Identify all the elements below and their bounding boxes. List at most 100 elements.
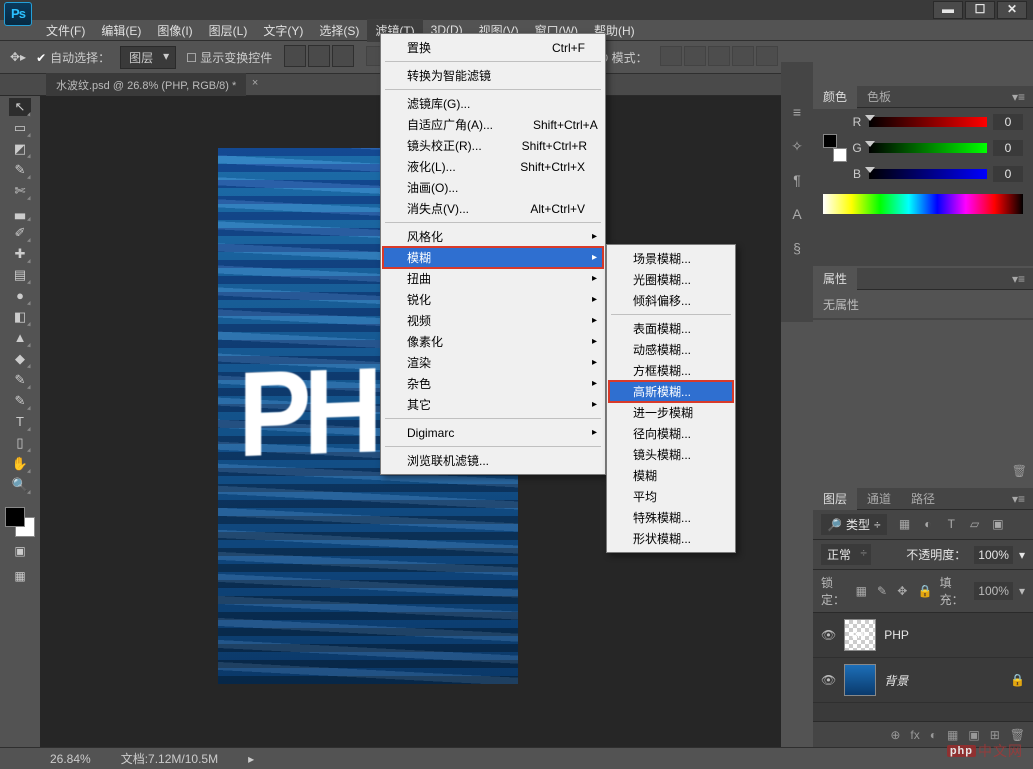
tool-button[interactable]: ✚	[9, 245, 31, 263]
menu-item[interactable]: 编辑(E)	[93, 19, 149, 42]
panel-menu-icon[interactable]: ▾≡	[1004, 488, 1033, 510]
channel-value[interactable]: 0	[993, 114, 1023, 130]
tool-button[interactable]: ◧	[9, 308, 31, 326]
tool-button[interactable]: ✎	[9, 161, 31, 179]
menu-item[interactable]: 文字(Y)	[255, 19, 311, 42]
tool-button[interactable]: ▭	[9, 119, 31, 137]
visibility-icon[interactable]: 👁	[821, 628, 836, 642]
minimize-button[interactable]: ▬	[933, 1, 963, 19]
tool-button[interactable]: ▯	[9, 434, 31, 452]
visibility-icon[interactable]: 👁	[821, 673, 836, 687]
layer-footer-icon[interactable]: ⊞	[990, 728, 1000, 742]
tool-button[interactable]: ✎	[9, 371, 31, 389]
filter-shape-icon[interactable]: ▱	[967, 517, 983, 533]
layer-row[interactable]: 👁PHP	[813, 613, 1033, 658]
menu-item[interactable]: 动感模糊...	[609, 339, 733, 360]
tool-mode-icon[interactable]: ▣	[9, 544, 31, 562]
maximize-button[interactable]: ☐	[965, 1, 995, 19]
zoom-level[interactable]: 26.84%	[50, 752, 91, 766]
menu-item[interactable]: 渲染	[383, 352, 603, 373]
menu-item[interactable]: Digimarc	[383, 422, 603, 443]
tool-button[interactable]: 🔍	[9, 476, 31, 494]
tab-channels[interactable]: 通道	[857, 486, 901, 511]
menu-item[interactable]: 径向模糊...	[609, 423, 733, 444]
menu-item[interactable]: 视频	[383, 310, 603, 331]
tool-button[interactable]: ✎	[9, 392, 31, 410]
lock-pos-icon[interactable]: ✥	[897, 584, 907, 598]
menu-item[interactable]: 方框模糊...	[609, 360, 733, 381]
menu-item[interactable]: 倾斜偏移...	[609, 290, 733, 311]
menu-item[interactable]: 置换Ctrl+F	[383, 37, 603, 58]
tool-button[interactable]: ✋	[9, 455, 31, 473]
channel-slider[interactable]	[869, 143, 987, 153]
document-tab[interactable]: 水波纹.psd @ 26.8% (PHP, RGB/8) *	[46, 73, 246, 97]
filter-type-icon[interactable]: T	[943, 517, 959, 533]
filter-smart-icon[interactable]: ▣	[990, 517, 1006, 533]
channel-value[interactable]: 0	[993, 166, 1023, 182]
tab-color[interactable]: 颜色	[813, 84, 857, 109]
tool-button[interactable]: ▤	[9, 266, 31, 284]
layer-name[interactable]: 背景	[884, 672, 908, 689]
show-transform-checkbox[interactable]: ☐ 显示变换控件	[186, 49, 272, 66]
menu-item[interactable]: 其它	[383, 394, 603, 415]
menu-item[interactable]: 表面模糊...	[609, 318, 733, 339]
menu-item[interactable]: 高斯模糊...	[609, 381, 733, 402]
layer-filter-kind-dropdown[interactable]: 🔎 类型 ÷	[821, 514, 887, 535]
panel-icon[interactable]: ✧	[787, 138, 807, 158]
panel-menu-icon[interactable]: ▾≡	[1004, 86, 1033, 108]
auto-select-target-dropdown[interactable]: 图层	[120, 46, 176, 69]
menu-item[interactable]: 消失点(V)...Alt+Ctrl+V	[383, 198, 603, 219]
panel-icon[interactable]: A	[787, 206, 807, 226]
align-icon[interactable]	[332, 45, 354, 67]
3d-icon[interactable]	[708, 46, 730, 66]
tool-button[interactable]: T	[9, 413, 31, 431]
menu-item[interactable]: 锐化	[383, 289, 603, 310]
menu-item[interactable]: 平均	[609, 486, 733, 507]
layer-footer-icon[interactable]: ◐	[930, 728, 937, 742]
layer-thumbnail[interactable]	[844, 664, 876, 696]
menu-item[interactable]: 液化(L)...Shift+Ctrl+X	[383, 156, 603, 177]
tool-button[interactable]: ◩	[9, 140, 31, 158]
panel-icon[interactable]: ¶	[787, 172, 807, 192]
menu-item[interactable]: 形状模糊...	[609, 528, 733, 549]
menu-item[interactable]: 像素化	[383, 331, 603, 352]
trash-icon[interactable]: 🗑	[1012, 464, 1027, 478]
lock-all-icon[interactable]: 🔒	[918, 584, 932, 598]
lock-trans-icon[interactable]: ▦	[856, 584, 867, 598]
menu-item[interactable]: 选择(S)	[311, 19, 367, 42]
menu-item[interactable]: 镜头校正(R)...Shift+Ctrl+R	[383, 135, 603, 156]
filter-adjust-icon[interactable]: ◐	[920, 517, 936, 533]
tab-paths[interactable]: 路径	[901, 486, 945, 511]
menu-item[interactable]: 油画(O)...	[383, 177, 603, 198]
auto-select-checkbox[interactable]: 自动选择：	[36, 49, 110, 66]
tab-swatches[interactable]: 色板	[857, 84, 901, 109]
menu-item[interactable]: 滤镜库(G)...	[383, 93, 603, 114]
tool-button[interactable]: ↖	[9, 98, 31, 116]
menu-item[interactable]: 浏览联机滤镜...	[383, 450, 603, 471]
3d-icon[interactable]	[732, 46, 754, 66]
layer-footer-icon[interactable]: 🗑	[1010, 728, 1025, 742]
align-icon[interactable]	[284, 45, 306, 67]
menu-item[interactable]: 扭曲	[383, 268, 603, 289]
menu-item[interactable]: 场景模糊...	[609, 248, 733, 269]
menu-item[interactable]: 杂色	[383, 373, 603, 394]
layer-footer-icon[interactable]: ▣	[968, 728, 979, 742]
align-icon[interactable]	[308, 45, 330, 67]
tool-button[interactable]: ◆	[9, 350, 31, 368]
3d-icon[interactable]	[660, 46, 682, 66]
menu-item[interactable]: 转换为智能滤镜	[383, 65, 603, 86]
opacity-value[interactable]: 100%	[974, 546, 1013, 564]
menu-item[interactable]: 光圈模糊...	[609, 269, 733, 290]
layer-footer-icon[interactable]: ▦	[947, 728, 958, 742]
menu-item[interactable]: 进一步模糊	[609, 402, 733, 423]
channel-slider[interactable]	[869, 117, 987, 127]
tool-mode-icon[interactable]: ▦	[9, 569, 31, 587]
layer-footer-icon[interactable]: ⊕	[890, 728, 900, 742]
menu-item[interactable]: 自适应广角(A)...Shift+Ctrl+A	[383, 114, 603, 135]
color-swatch[interactable]	[823, 134, 843, 162]
layer-row[interactable]: 👁背景🔒	[813, 658, 1033, 703]
layer-footer-icon[interactable]: fx	[910, 728, 919, 742]
tab-layers[interactable]: 图层	[813, 486, 857, 511]
panel-icon[interactable]: §	[787, 240, 807, 260]
3d-icon[interactable]	[684, 46, 706, 66]
